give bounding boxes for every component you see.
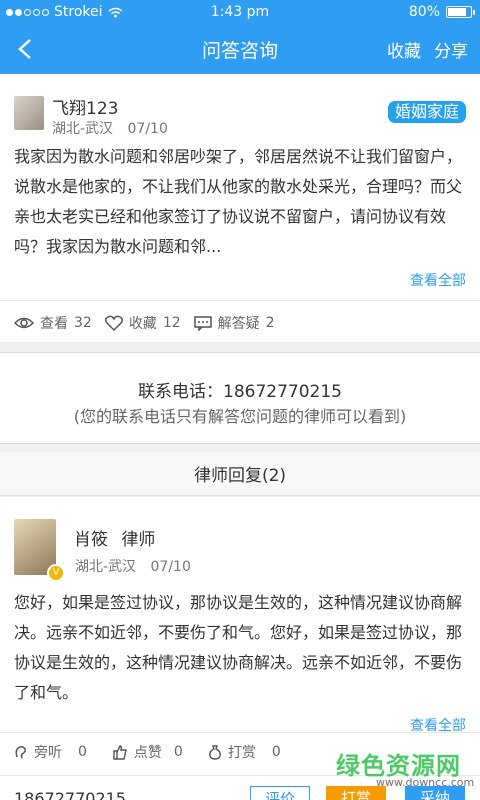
answer-date: 07/10 [150,559,191,575]
views-label: 查看 [40,316,68,332]
comment-icon [193,315,212,331]
bottom-phone-number: 18672770215 [14,789,126,800]
question-user-name: 飞翔123 [52,99,119,119]
ear-icon [15,745,26,759]
lawyer-replies-header: 律师回复(2) [0,452,480,496]
answer-meta: 湖北-武汉 07/10 [75,556,191,576]
user-avatar[interactable] [14,96,44,130]
question-text: 我家因为散水问题和邻居吵架了，邻居居然说不让我们留窗户，说散水是他家的，不让我们… [14,147,463,256]
money-bag-icon [208,745,221,760]
navigation-bar: 问答咨询 收藏 分享 [0,24,480,74]
listen-count: 0 [78,744,87,760]
views-count: 32 [74,315,92,331]
battery-area: 80% [408,4,475,20]
answers-count: 2 [265,315,275,331]
contact-phone: 联系电话：18672770215 [138,382,342,402]
likes-stat[interactable]: 点赞 0 [112,742,183,762]
lawyer-role: 律师 [121,530,156,550]
views-stat: 查看 32 [14,313,92,333]
favorites-count: 12 [162,315,181,331]
likes-count: 0 [173,744,183,760]
nav-actions: 收藏 分享 [387,37,468,62]
share-button[interactable]: 分享 [434,37,468,62]
lawyer-name-line: 肖筱 律师 [74,525,155,550]
tip-count: 0 [271,744,281,760]
answer-divider [0,732,480,733]
question-meta: 湖北-武汉 07/10 [52,118,168,138]
answer-stats: 旁听 0 点赞 0 打赏 0 [14,742,281,762]
answer-location: 湖北-武汉 [75,559,137,575]
lawyer-name: 肖筱 [74,530,108,550]
tip-stat[interactable]: 打赏 0 [208,742,281,762]
likes-label: 点赞 [133,745,162,761]
answer-text: 您好，如果是签过协议，那协议是生效的，这种情况建议协商解决。远亲不如近邻，不要伤… [14,593,463,702]
tip-label: 打赏 [227,745,256,761]
eye-icon [14,317,34,329]
question-location: 湖北-武汉 [52,121,114,137]
verified-icon: V [47,564,65,582]
category-badge[interactable]: 婚姻家庭 [387,101,466,123]
question-divider [0,300,480,301]
heart-icon [104,315,123,331]
battery-percent: 80% [408,4,440,20]
answers-stat: 解答疑 2 [193,313,275,333]
answers-label: 解答疑 [217,316,260,332]
battery-icon [446,6,475,18]
question-stats: 查看 32 收藏 12 解答疑 2 [14,313,275,333]
favorites-label: 收藏 [128,316,157,332]
question-date: 07/10 [127,121,168,137]
listen-label: 旁听 [34,745,62,761]
contact-note: (您的联系电话只有解答您问题的律师可以看到) [73,407,407,426]
favorites-stat[interactable]: 收藏 12 [104,313,181,333]
favorite-button[interactable]: 收藏 [387,37,421,62]
listen-stat[interactable]: 旁听 0 [14,742,87,762]
status-bar: Strokei 1:43 pm 80% [0,0,480,24]
question-card: 飞翔123 湖北-武汉 07/10 婚姻家庭 我家因为散水问题和邻居吵架了，邻居… [0,74,480,342]
contact-card: 联系电话：18672770215 (您的联系电话只有解答您问题的律师可以看到) [0,352,480,444]
watermark-logo: 绿色资源网 www.downcc.com [336,746,474,798]
watermark-site: www.downcc.com [376,776,475,789]
thumbs-up-icon [113,745,127,760]
question-view-all-link[interactable]: 查看全部 [410,270,466,290]
review-button[interactable]: 评价 [250,786,310,800]
